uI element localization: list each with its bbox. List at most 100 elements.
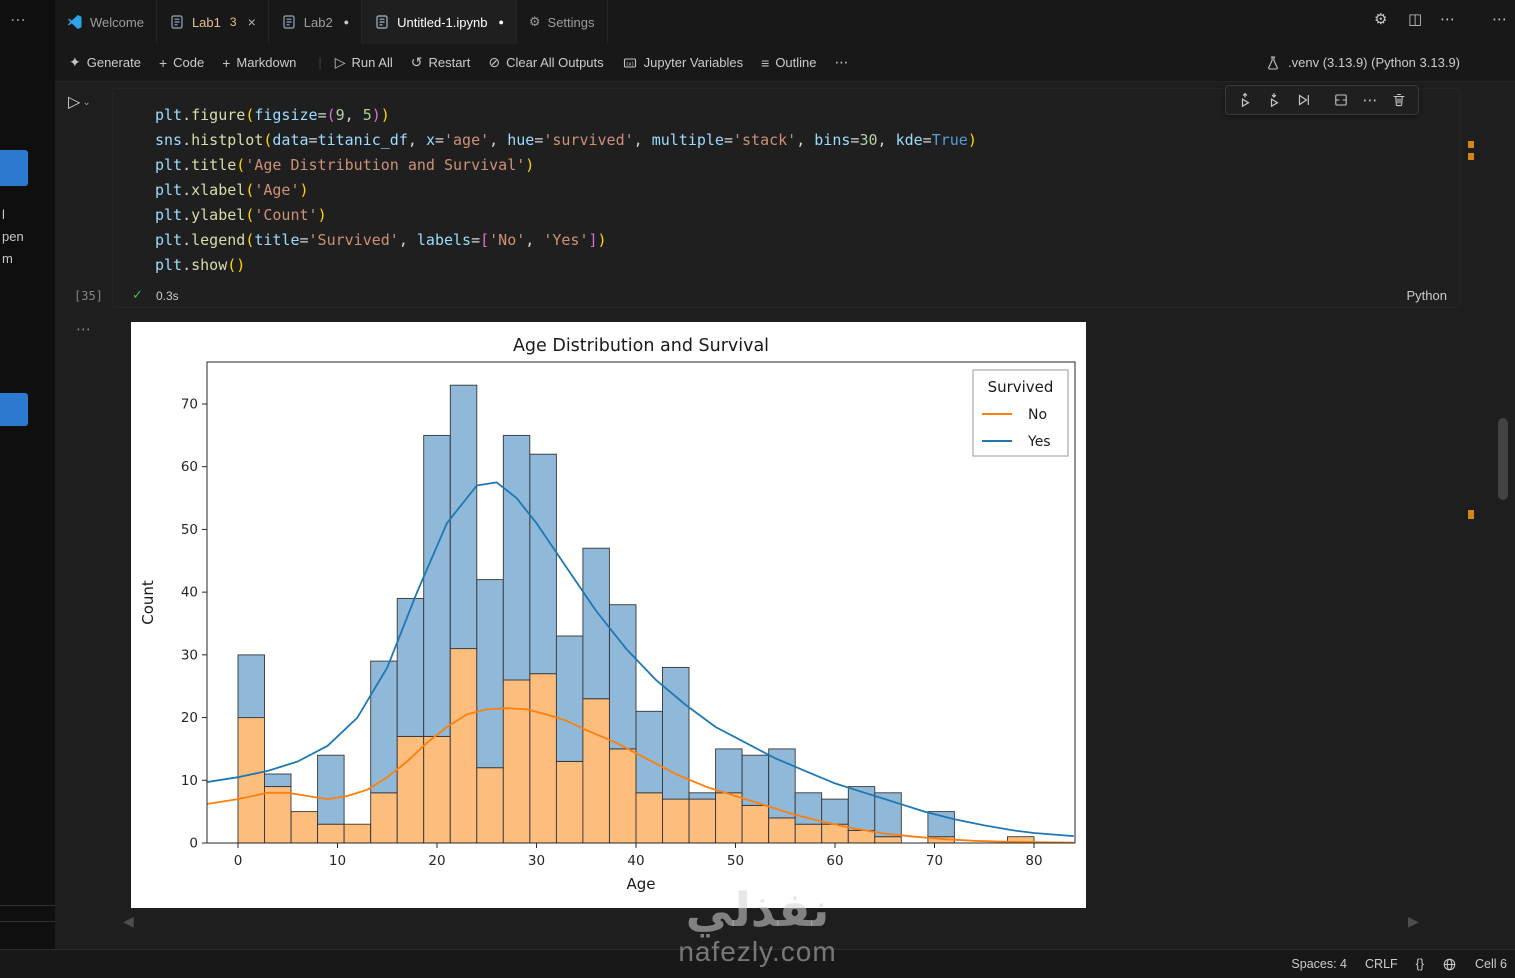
notebook-toolbar: ✦ Generate + Code + Markdown | ▷ Run All… [55,44,1515,82]
tab-welcome[interactable]: Welcome [55,0,157,44]
add-markdown-cell-button[interactable]: + Markdown [222,55,296,71]
tab-label: Welcome [90,14,144,30]
clear-all-outputs-button[interactable]: ⊘ Clear All Outputs [488,54,603,71]
delete-cell-icon[interactable] [1386,88,1412,112]
run-all-button[interactable]: ▷ Run All [335,54,393,71]
svg-text:20: 20 [181,710,198,726]
markdown-label: Markdown [236,55,297,70]
outline-button[interactable]: ≡ Outline [761,55,816,71]
vertical-scrollbar[interactable] [1498,418,1508,500]
more-icon: ⋯ [834,54,849,70]
plus-icon: + [222,54,231,71]
vscode-logo-icon [67,14,83,30]
svg-text:40: 40 [627,853,644,869]
eol-indicator[interactable]: CRLF [1365,957,1398,971]
outline-label: Outline [775,55,817,70]
left-strip-text-fragment: pen [2,229,24,244]
clear-all-outputs-label: Clear All Outputs [506,55,604,70]
execution-duration: 0.3s [156,289,179,303]
overview-ruler-mark [1468,510,1474,519]
more-actions-icon[interactable]: ⋯ [1440,10,1455,28]
svg-text:50: 50 [727,853,744,869]
svg-text:50: 50 [181,522,198,538]
cell-language-picker[interactable]: Python [1407,288,1447,303]
dirty-dot-icon: ● [343,17,350,27]
jupyter-variables-button[interactable]: (x) Jupyter Variables [622,55,743,71]
play-icon: ▷ [68,94,81,111]
svg-text:60: 60 [826,853,843,869]
svg-text:60: 60 [181,459,198,475]
generate-label: Generate [86,55,141,70]
close-icon[interactable]: × [248,14,256,30]
code-lines[interactable]: plt.figure(figsize=(9, 5)) sns.histplot(d… [155,103,977,278]
more-icon[interactable]: ⋯ [1492,10,1507,28]
tab-lab2[interactable]: Lab2 ● [269,0,363,44]
editor-settings-gear-icon[interactable]: ⚙ [1374,10,1387,28]
add-code-cell-button[interactable]: + Code [159,55,204,71]
histogram-chart: 0 10 20 30 40 50 60 70 80 0 10 20 30 40 50 60 70 Age Dist… [131,322,1086,908]
split-editor-icon[interactable]: ◫ [1408,10,1422,28]
sparkle-icon: ✦ [69,54,81,70]
restart-label: Restart [428,55,471,70]
divider [0,921,55,922]
toolbar-more-button[interactable]: ⋯ [835,54,849,71]
more-actions-icon[interactable]: ⋯ [1357,88,1383,112]
clear-outputs-icon: ⊘ [488,54,501,70]
code-label: Code [173,55,205,70]
svg-text:Yes: Yes [1027,434,1051,450]
svg-text:0: 0 [189,836,198,852]
dirty-dot-icon: ● [498,17,504,27]
tab-lab1[interactable]: Lab1 3 × [157,0,269,44]
scroll-right-icon[interactable]: ▶ [1408,913,1419,930]
plus-icon: + [158,54,168,71]
scroll-left-icon[interactable]: ◀ [123,913,134,930]
indent-indicator[interactable]: Spaces: 4 [1291,957,1347,971]
output-more-icon[interactable]: ⋯ [76,320,91,338]
chevron-down-icon: ⌄ [82,97,91,108]
cell-toolbar: ⋯ [1225,85,1419,115]
restart-button[interactable]: ↺ Restart [411,54,471,71]
run-by-line-icon[interactable] [1290,88,1316,112]
svg-text:Survived: Survived [988,378,1054,396]
svg-text:10: 10 [181,773,198,789]
tab-label: Untitled-1.ipynb [397,14,488,30]
svg-text:30: 30 [181,647,198,663]
svg-text:0: 0 [234,853,243,869]
kernel-picker[interactable]: .venv (3.13.9) (Python 3.13.9) [1265,44,1460,81]
execute-above-icon[interactable] [1232,88,1258,112]
svg-text:80: 80 [1025,853,1042,869]
overview-ruler-mark [1468,141,1474,148]
notebook-icon [281,14,297,30]
left-strip-text-fragment: l [2,207,5,222]
vscode-window: ⋯ l pen m Welcome Lab1 3 × Lab2 ● Untitl… [0,0,1515,978]
svg-text:10: 10 [329,853,346,869]
split-cell-icon[interactable] [1328,88,1354,112]
globe-icon[interactable] [1442,957,1457,972]
restart-icon: ↺ [410,54,423,70]
cell-output-chart: 0 10 20 30 40 50 60 70 80 0 10 20 30 40 50 60 70 Age Dist… [131,322,1086,908]
language-brackets-indicator[interactable]: {} [1416,957,1424,971]
run-all-label: Run All [351,55,393,70]
generate-button[interactable]: ✦ Generate [69,54,141,71]
execute-below-icon[interactable] [1261,88,1287,112]
tab-bar: Welcome Lab1 3 × Lab2 ● Untitled-1.ipynb… [55,0,1515,45]
divider [0,905,55,906]
svg-text:No: No [1028,407,1047,423]
svg-text:20: 20 [428,853,445,869]
more-icon[interactable]: ⋯ [10,10,26,30]
run-cell-button[interactable]: ▷ ⌄ [68,92,91,112]
jupyter-variables-label: Jupyter Variables [643,55,744,70]
tab-label: Lab2 [303,14,333,30]
left-strip: ⋯ l pen m [0,0,56,978]
outline-icon: ≡ [761,54,770,71]
tab-untitled-1[interactable]: Untitled-1.ipynb ● [362,0,517,44]
success-check-icon: ✓ [132,287,143,302]
tab-label: Lab1 [191,14,221,30]
svg-text:(x): (x) [626,61,634,67]
svg-text:70: 70 [181,397,198,413]
cell-indicator[interactable]: Cell 6 [1475,957,1507,971]
tab-settings[interactable]: ⚙ Settings [517,0,608,44]
svg-text:40: 40 [181,585,198,601]
status-bar: Spaces: 4 CRLF {} Cell 6 [0,949,1515,978]
beaker-icon [1265,55,1281,71]
